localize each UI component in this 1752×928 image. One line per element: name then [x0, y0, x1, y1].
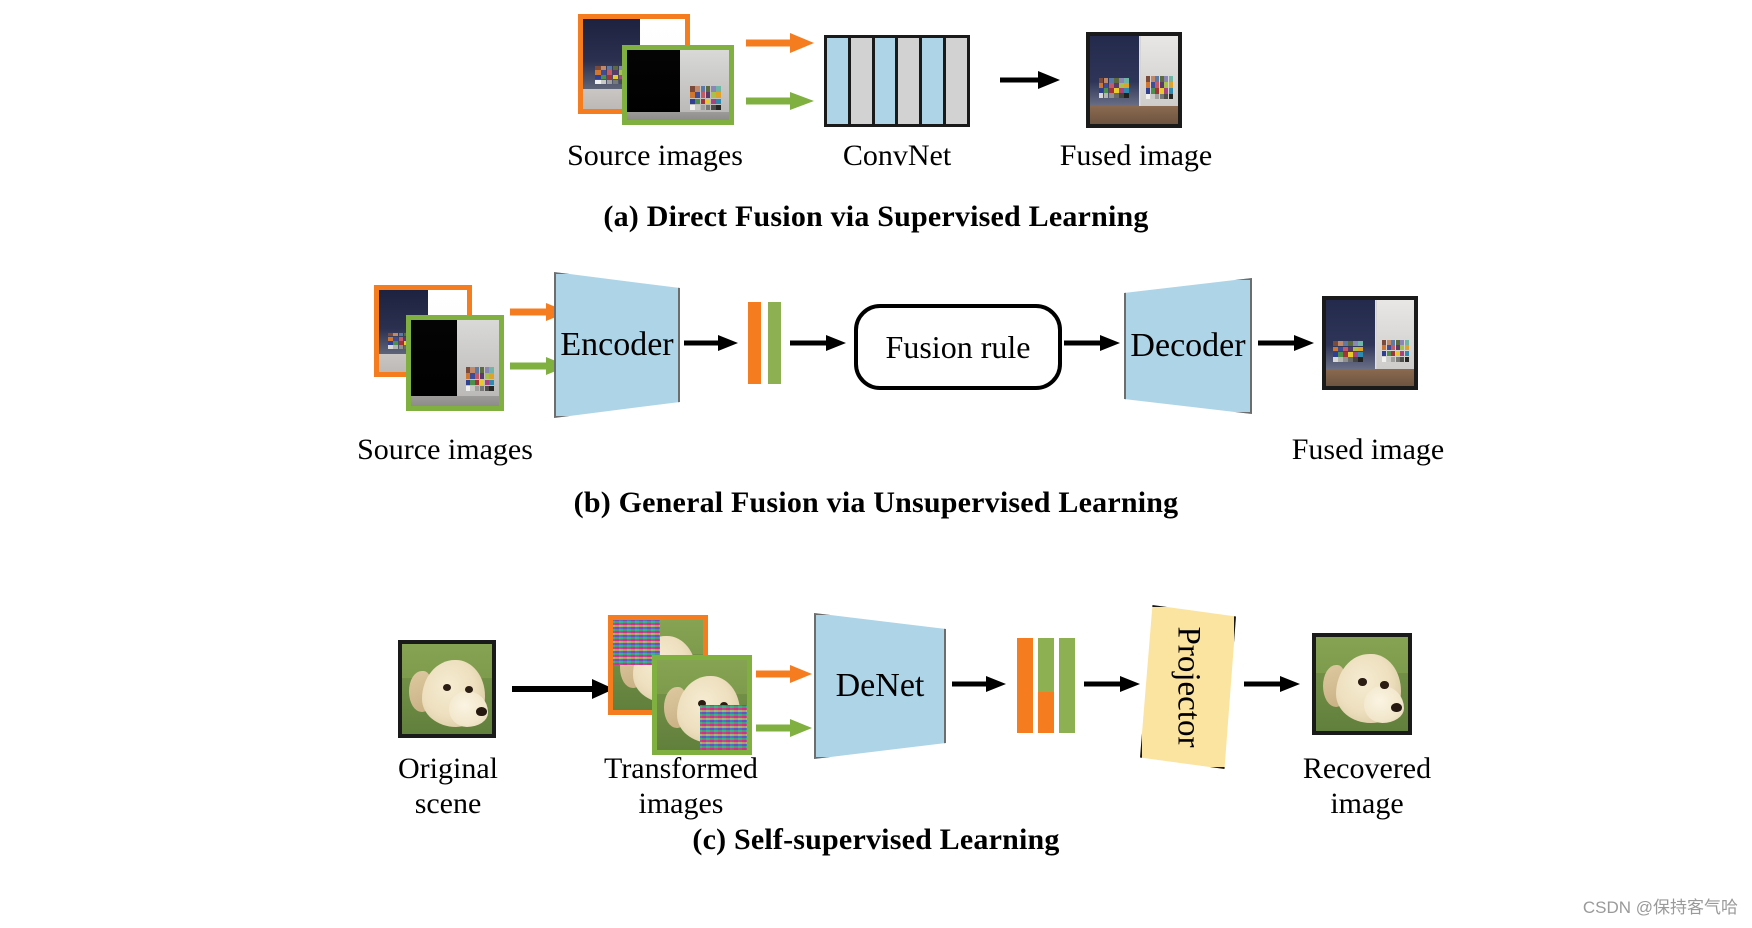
decoder-block: Decoder	[1124, 278, 1252, 414]
floor	[411, 395, 499, 406]
panel-c-recovered-label: Recovered image	[1262, 751, 1472, 822]
watermark: CSDN @保持客气哈	[1582, 898, 1738, 917]
panel-c-green-feature-bar	[1059, 638, 1075, 733]
panel-c-orange-input-arrow	[756, 665, 812, 683]
panel-c-original-image	[398, 640, 496, 738]
wall-left	[411, 320, 457, 406]
panel-b-caption: (b) General Fusion via Unsupervised Lear…	[573, 486, 1179, 519]
panel-a-output-arrow	[1000, 71, 1060, 89]
denet-block: DeNet	[814, 613, 946, 759]
panel-c: DeNet Projector Original scene Transform…	[0, 555, 1752, 856]
color-checker-chart-right	[1146, 76, 1173, 100]
panel-b-encoder-to-features-arrow	[684, 335, 738, 351]
panel-c-original-label: Original scene	[360, 751, 536, 822]
room-scene-fused	[1326, 300, 1414, 386]
panel-a-orange-input-arrow	[746, 33, 814, 53]
encoder-block: Encoder	[554, 272, 680, 418]
encoder-label: Encoder	[560, 326, 674, 363]
fusion-rule-box: Fusion rule	[854, 304, 1062, 390]
projector-label: Projector	[1170, 626, 1207, 748]
dog-eye-right	[1380, 681, 1389, 689]
panel-c-original-label-line2: scene	[414, 787, 482, 821]
color-checker-chart-right	[1382, 339, 1409, 362]
panel-c-original-label-line1: Original	[398, 752, 498, 785]
dog-photo	[657, 660, 747, 750]
floor	[627, 111, 729, 120]
panel-a-fused-image	[1086, 32, 1182, 128]
panel-a-caption: (a) Direct Fusion via Supervised Learnin…	[603, 200, 1149, 233]
panel-b-output-label: Fused image	[1291, 433, 1445, 466]
panel-c-projector-to-output-arrow	[1244, 676, 1300, 692]
figure-canvas: Source images ConvNet Fused image (a) Di…	[0, 0, 1752, 928]
wall-divider	[1375, 300, 1378, 373]
panel-c-denet-to-features-arrow	[952, 676, 1006, 692]
wall-left	[627, 50, 681, 120]
panel-c-caption: (c) Self-supervised Learning	[692, 823, 1060, 856]
projector-block: Projector	[1140, 605, 1236, 769]
room-scene-underexposed	[411, 320, 499, 406]
panel-b-fused-image	[1322, 296, 1418, 390]
panel-a-green-input-arrow	[746, 91, 814, 110]
dog-nose	[475, 707, 487, 716]
panel-c-features-to-projector-arrow	[1084, 676, 1140, 692]
panel-c-transformed-label-line2: images	[638, 787, 724, 821]
panel-c-green-over-orange-feature-bar	[1038, 638, 1054, 733]
decoder-label: Decoder	[1130, 327, 1246, 364]
color-checker-chart	[690, 86, 721, 111]
panel-b-orange-feature-bar	[748, 302, 761, 384]
panel-a-network-label: ConvNet	[842, 139, 952, 172]
room-scene-underexposed	[627, 50, 729, 120]
room-scene-fused	[1090, 36, 1178, 124]
panel-a-output-label: Fused image	[1059, 139, 1213, 172]
panel-c-transformed-image-2	[652, 655, 752, 755]
convnet-stripe-3	[874, 38, 896, 124]
convnet-stripe-6	[946, 38, 967, 124]
fusion-rule-label: Fusion rule	[885, 328, 1031, 365]
panel-c-transformed-label: Transformed images	[566, 751, 796, 822]
panel-c-green-input-arrow	[756, 719, 812, 737]
wall-right	[456, 320, 499, 406]
color-checker-chart-left	[1098, 78, 1129, 98]
denet-label: DeNet	[835, 667, 925, 704]
convnet-stripe-2	[850, 38, 872, 124]
panel-b-source-label: Source images	[357, 433, 533, 466]
panel-b: Encoder Fusion rule Decoder Source image…	[0, 260, 1752, 540]
panel-a: Source images ConvNet Fused image (a) Di…	[0, 0, 1752, 245]
panel-c-transformed-label-line1: Transformed	[604, 752, 758, 785]
wall-divider	[1139, 36, 1142, 110]
panel-b-fusion-to-decoder-arrow	[1064, 335, 1120, 351]
color-checker-chart-left	[1333, 341, 1363, 362]
dog-photo	[402, 644, 492, 734]
floor	[1326, 368, 1414, 386]
convnet-stripe-5	[922, 38, 944, 124]
color-checker-chart	[465, 367, 494, 392]
panel-c-orange-feature-bar	[1017, 638, 1033, 733]
panel-b-green-feature-bar	[768, 302, 781, 384]
floor	[1090, 106, 1178, 124]
panel-b-decoder-to-output-arrow	[1258, 335, 1314, 351]
convnet-block	[824, 35, 970, 127]
panel-c-recovered-image	[1312, 633, 1412, 735]
panel-c-recovered-label-line1: Recovered	[1302, 752, 1432, 785]
convnet-stripe-1	[827, 38, 848, 124]
panel-c-original-to-transformed-arrow	[512, 679, 614, 699]
convnet-stripe-4	[898, 38, 920, 124]
panel-c-recovered-label-line2: image	[1330, 787, 1404, 821]
panel-b-source-image-underexposed	[406, 315, 504, 411]
panel-b-features-to-fusion-arrow	[790, 335, 846, 351]
noise-patch-bottom-right	[700, 705, 747, 750]
panel-a-source-label: Source images	[567, 139, 743, 172]
dog-eye-left	[1358, 678, 1367, 686]
dog-photo	[1316, 637, 1408, 731]
panel-a-source-image-underexposed	[622, 45, 734, 125]
